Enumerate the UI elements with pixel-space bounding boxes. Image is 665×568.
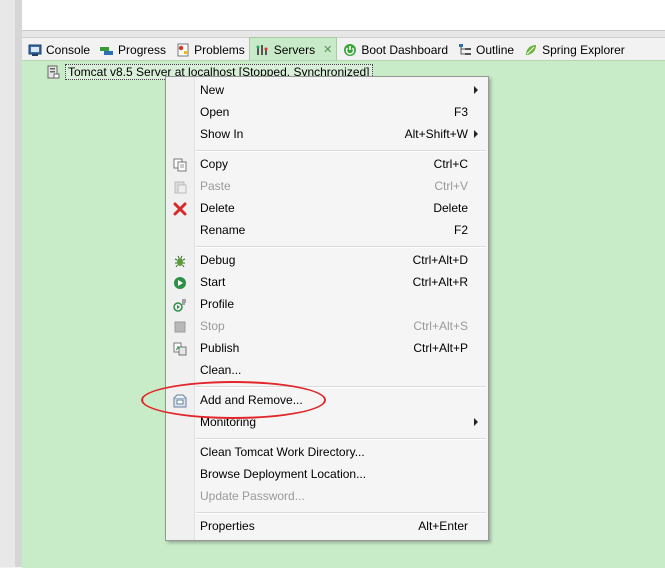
menu-item-start[interactable]: Start Ctrl+Alt+R [166,271,488,293]
debug-icon [172,253,187,268]
menu-item-shortcut: Ctrl+V [434,179,468,193]
server-icon [46,65,60,79]
paste-icon [172,179,187,194]
tab-label: Progress [118,42,167,57]
profile-icon [172,297,187,312]
tab-label: Servers [273,42,316,57]
menu-item-shortcut: F2 [453,223,468,237]
menu-item-properties[interactable]: Properties Alt+Enter [166,515,488,537]
menu-item-shortcut: Alt+Shift+W [404,127,468,141]
tab-progress[interactable]: Progress [94,38,170,61]
menu-item-label: Copy [200,157,229,171]
menu-item-label: Stop [200,319,225,333]
menu-item-paste: Paste Ctrl+V [166,175,488,197]
left-edge [0,0,15,567]
left-sash[interactable] [15,0,22,567]
menu-item-shortcut: F3 [453,105,468,119]
context-menu: New Open F3 Show In Alt+Shift+W Copy Ctr… [165,76,489,541]
menu-item-label: Properties [200,519,255,533]
tab-servers[interactable]: Servers ✕ [248,37,338,61]
tab-label: Outline [476,42,515,57]
close-icon[interactable]: ✕ [323,43,332,56]
highlight-ellipse [141,381,326,419]
menu-item-label: Delete [200,201,235,215]
tab-label: Boot Dashboard [361,42,449,57]
menu-item-label: New [200,83,225,97]
menu-item-update-password: Update Password... [166,485,488,507]
menu-separator [196,512,486,514]
menu-item-shortcut: Alt+Enter [418,519,468,533]
tab-outline[interactable]: Outline [452,38,518,61]
menu-item-delete[interactable]: Delete Delete [166,197,488,219]
publish-icon [172,341,187,356]
menu-item-clean[interactable]: Clean... [166,359,488,381]
menu-item-new[interactable]: New [166,79,488,101]
menu-item-open[interactable]: Open F3 [166,101,488,123]
menu-item-stop: Stop Ctrl+Alt+S [166,315,488,337]
menu-item-clean-tomcat-work-directory[interactable]: Clean Tomcat Work Directory... [166,441,488,463]
menu-separator [196,246,486,248]
menu-item-label: Paste [200,179,231,193]
tab-problems[interactable]: Problems [170,38,249,61]
menu-item-label: Open [200,105,230,119]
tab-spring-explorer[interactable]: Spring Explorer [518,38,629,61]
spring-explorer-icon [524,43,538,57]
tab-console[interactable]: Console [22,38,94,61]
boot-dashboard-icon [343,43,357,57]
menu-item-label: Start [200,275,226,289]
menu-item-shortcut: Ctrl+Alt+R [412,275,468,289]
start-icon [172,275,187,290]
menu-separator [196,438,486,440]
menu-item-profile[interactable]: Profile [166,293,488,315]
tab-boot-dashboard[interactable]: Boot Dashboard [337,38,452,61]
menu-item-label: Profile [200,297,235,311]
servers-icon [256,43,270,57]
menu-item-shortcut: Ctrl+Alt+D [412,253,468,267]
menu-separator [196,150,486,152]
console-icon [28,43,42,57]
menu-item-shortcut: Delete [433,201,468,215]
menu-item-label: Debug [200,253,236,267]
submenu-arrow-icon [474,86,478,94]
menu-item-shortcut: Ctrl+Alt+P [413,341,468,355]
editor-area[interactable] [22,0,665,31]
menu-item-copy[interactable]: Copy Ctrl+C [166,153,488,175]
menu-item-shortcut: Ctrl+Alt+S [413,319,468,333]
view-tab-bar: Console Progress Problems Servers ✕ Boot… [22,37,665,61]
outline-icon [458,43,472,57]
menu-item-label: Update Password... [200,489,305,503]
menu-item-shortcut: Ctrl+C [433,157,468,171]
menu-item-show-in[interactable]: Show In Alt+Shift+W [166,123,488,145]
tab-label: Console [46,42,91,57]
menu-item-label: Clean... [200,363,242,377]
menu-item-label: Browse Deployment Location... [200,467,367,481]
progress-icon [100,43,114,57]
copy-icon [172,157,187,172]
menu-item-publish[interactable]: Publish Ctrl+Alt+P [166,337,488,359]
menu-item-rename[interactable]: Rename F2 [166,219,488,241]
problems-icon [176,43,190,57]
tab-label: Problems [194,42,245,57]
menu-item-debug[interactable]: Debug Ctrl+Alt+D [166,249,488,271]
submenu-arrow-icon [474,418,478,426]
menu-item-label: Show In [200,127,244,141]
menu-item-label: Clean Tomcat Work Directory... [200,445,365,459]
menu-item-browse-deployment-location[interactable]: Browse Deployment Location... [166,463,488,485]
submenu-arrow-icon [474,130,478,138]
delete-icon [172,201,187,216]
stop-icon [172,319,187,334]
tab-label: Spring Explorer [542,42,625,57]
menu-item-label: Rename [200,223,246,237]
menu-item-label: Publish [200,341,240,355]
